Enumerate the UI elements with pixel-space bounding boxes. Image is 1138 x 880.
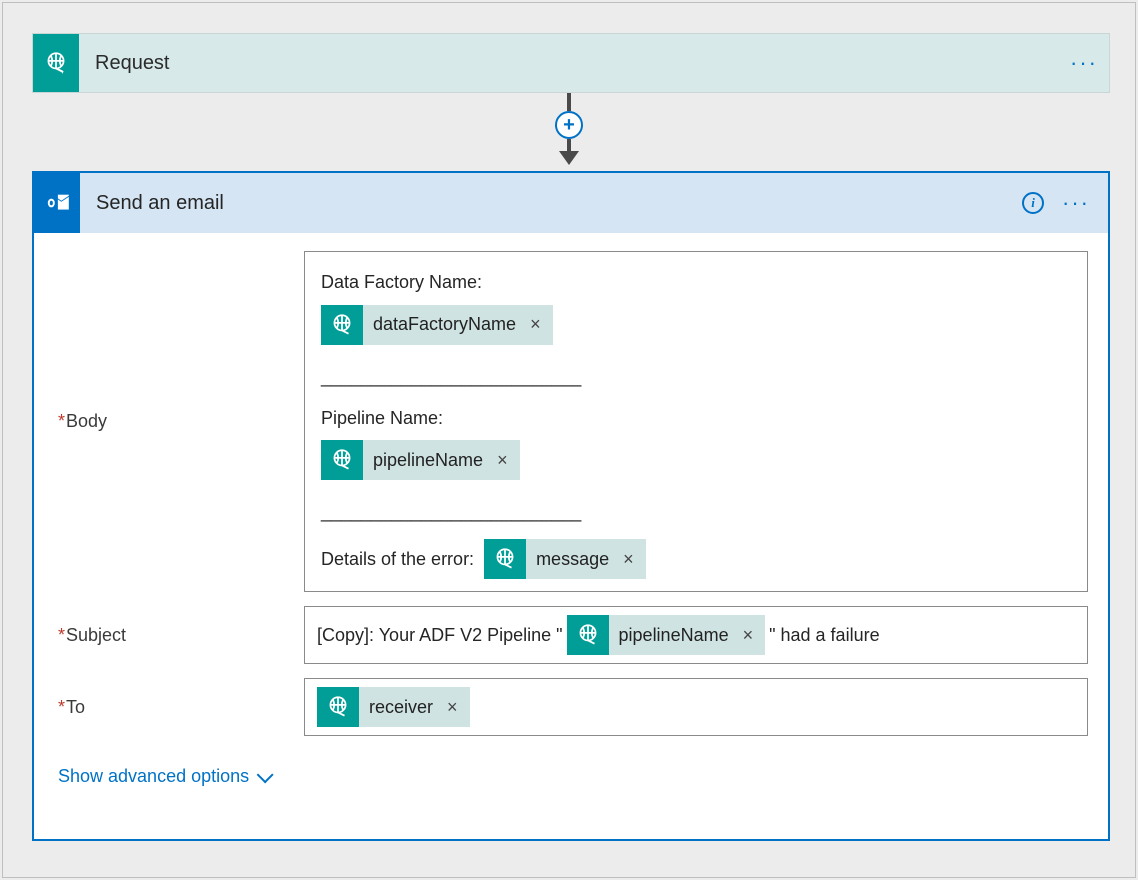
to-input[interactable]: receiver × — [304, 678, 1088, 736]
body-row: *Body Data Factory Name: dataFactoryName… — [54, 251, 1088, 592]
arrowhead-icon — [559, 151, 579, 165]
subject-text-suffix: " had a failure — [769, 621, 879, 650]
email-card-title: Send an email — [80, 173, 1022, 233]
connector-line — [567, 93, 571, 111]
email-more-menu[interactable]: ··· — [1062, 190, 1090, 216]
request-more-menu[interactable]: ··· — [1059, 34, 1109, 92]
globe-icon — [321, 440, 363, 480]
to-row: *To receiver × — [54, 678, 1088, 736]
body-text: Data Factory Name: — [321, 268, 1071, 297]
connector: + — [3, 93, 1135, 171]
token-datafactoryname[interactable]: dataFactoryName × — [321, 305, 553, 345]
body-input[interactable]: Data Factory Name: dataFactoryName × ___… — [304, 251, 1088, 592]
token-label: receiver — [359, 693, 443, 722]
body-text: Details of the error: — [321, 545, 474, 574]
request-icon — [33, 34, 79, 92]
token-remove[interactable]: × — [619, 545, 646, 574]
show-advanced-label: Show advanced options — [58, 766, 249, 787]
body-label: *Body — [54, 251, 304, 592]
required-star: * — [58, 625, 65, 646]
body-label-text: Body — [66, 411, 107, 432]
token-remove[interactable]: × — [443, 693, 470, 722]
outlook-icon — [34, 173, 80, 233]
separator-text: __________________________ — [321, 498, 1071, 527]
request-action-card[interactable]: Request ··· — [32, 33, 1110, 93]
designer-canvas: Request ··· + Send an email i — [2, 2, 1136, 878]
token-remove[interactable]: × — [739, 621, 766, 650]
globe-icon — [484, 539, 526, 579]
info-icon[interactable]: i — [1022, 192, 1044, 214]
subject-label-text: Subject — [66, 625, 126, 646]
globe-icon — [567, 615, 609, 655]
separator-text: __________________________ — [321, 363, 1071, 392]
connector-line — [567, 139, 571, 151]
to-label-text: To — [66, 697, 85, 718]
globe-icon — [321, 305, 363, 345]
token-receiver[interactable]: receiver × — [317, 687, 470, 727]
token-label: pipelineName — [363, 446, 493, 475]
token-label: message — [526, 545, 619, 574]
token-remove[interactable]: × — [526, 310, 553, 339]
subject-label: *Subject — [54, 606, 304, 664]
token-label: dataFactoryName — [363, 310, 526, 339]
token-pipelinename[interactable]: pipelineName × — [321, 440, 520, 480]
required-star: * — [58, 697, 65, 718]
token-pipelinename[interactable]: pipelineName × — [567, 615, 766, 655]
token-remove[interactable]: × — [493, 446, 520, 475]
subject-text-prefix: [Copy]: Your ADF V2 Pipeline " — [317, 621, 563, 650]
globe-icon — [317, 687, 359, 727]
body-text: Pipeline Name: — [321, 404, 1071, 433]
add-step-button[interactable]: + — [555, 111, 583, 139]
token-message[interactable]: message × — [484, 539, 646, 579]
send-email-action-card: Send an email i ··· *Body Data Factory N… — [32, 171, 1110, 841]
required-star: * — [58, 411, 65, 432]
to-label: *To — [54, 678, 304, 736]
email-card-header[interactable]: Send an email i ··· — [34, 173, 1108, 233]
subject-input[interactable]: [Copy]: Your ADF V2 Pipeline " pipelineN… — [304, 606, 1088, 664]
show-advanced-options-link[interactable]: Show advanced options — [58, 766, 269, 787]
request-title: Request — [79, 34, 1059, 92]
token-label: pipelineName — [609, 621, 739, 650]
subject-row: *Subject [Copy]: Your ADF V2 Pipeline " … — [54, 606, 1088, 664]
chevron-down-icon — [257, 766, 274, 783]
